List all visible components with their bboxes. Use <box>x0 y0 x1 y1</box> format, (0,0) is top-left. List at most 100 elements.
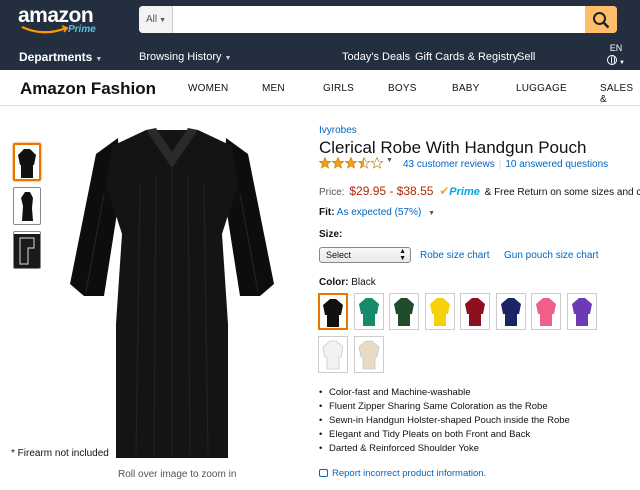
sell-link[interactable]: Sell <box>517 51 535 63</box>
fashion-brand-title[interactable]: Amazon Fashion <box>20 79 156 99</box>
color-swatch-maroon[interactable] <box>460 293 490 330</box>
size-select-value: Select <box>326 250 352 260</box>
feature-bullet: Darted & Reinforced Shoulder Yoke <box>319 442 570 456</box>
prime-check-icon: ✔ <box>439 184 450 198</box>
price-value: $29.95 - $38.55 <box>349 184 434 198</box>
gown-swatch-icon <box>394 298 414 326</box>
browsing-history-menu[interactable]: Browsing History ▼ <box>139 51 231 63</box>
feature-bullets: Color-fast and Machine-washable Fluent Z… <box>319 386 570 456</box>
comment-icon <box>319 469 328 477</box>
color-label: Color: <box>319 277 349 288</box>
chevron-down-icon: ▼ <box>95 56 103 63</box>
color-swatch-black[interactable] <box>318 293 348 330</box>
brand-link[interactable]: Ivyrobes <box>319 125 357 136</box>
prime-badge[interactable]: Prime <box>449 186 480 198</box>
gown-swatch-icon <box>358 340 379 370</box>
subnav-women[interactable]: WOMEN <box>188 83 228 94</box>
color-swatch-ivory[interactable] <box>353 336 384 373</box>
gown-swatch-icon <box>323 299 343 327</box>
divider: | <box>498 159 502 170</box>
subnav-sales[interactable]: SALES & <box>600 83 640 105</box>
feature-bullet: Fluent Zipper Sharing Same Coloration as… <box>319 400 570 414</box>
chevron-down-icon: ▼ <box>619 60 625 66</box>
robe-size-chart-link[interactable]: Robe size chart <box>420 250 489 261</box>
gown-swatch-icon <box>500 298 521 326</box>
globe-icon <box>607 55 617 65</box>
gown-swatch-icon <box>571 298 592 326</box>
feature-bullet: Sewn-in Handgun Holster-shaped Pouch ins… <box>319 414 570 428</box>
gown-swatch-icon <box>465 298 485 326</box>
report-link[interactable]: Report incorrect product information. <box>319 468 486 479</box>
price-label: Price: <box>319 187 345 198</box>
color-row: Color: Black <box>319 277 376 288</box>
color-swatch-pink[interactable] <box>531 293 561 330</box>
nav-top-bar: amazon Prime All ▼ <box>0 0 640 40</box>
star-rating[interactable] <box>319 157 385 169</box>
search-category-dropdown[interactable]: All ▼ <box>139 6 173 33</box>
logo-prime: Prime <box>68 24 96 35</box>
fashion-subnav: Amazon Fashion WOMEN MEN GIRLS BOYS BABY… <box>0 70 640 106</box>
chevron-down-icon: ▼ <box>159 17 167 24</box>
gown-swatch-icon <box>536 298 556 326</box>
color-swatch-gold[interactable] <box>424 293 455 330</box>
color-swatch-purple[interactable] <box>566 293 597 330</box>
subnav-girls[interactable]: GIRLS <box>323 83 354 94</box>
gown-thumbnail-icon <box>18 149 36 178</box>
search-input[interactable] <box>174 6 584 33</box>
browsing-history-label: Browsing History <box>139 51 222 63</box>
logo-text: amazon <box>18 4 94 27</box>
feature-bullet: Elegant and Tidy Pleats on both Front an… <box>319 428 570 442</box>
size-label: Size: <box>319 229 343 240</box>
firearm-note: * Firearm not included <box>11 448 109 459</box>
subnav-men[interactable]: MEN <box>262 83 285 94</box>
color-value: Black <box>351 277 376 288</box>
pouch-thumbnail-icon <box>14 234 40 268</box>
color-swatch-forest-green[interactable] <box>389 293 419 330</box>
star-half-icon <box>357 157 371 169</box>
feature-bullet: Color-fast and Machine-washable <box>319 386 570 400</box>
answered-questions-link[interactable]: 10 answered questions <box>505 159 608 170</box>
departments-menu[interactable]: Departments ▼ <box>19 50 102 64</box>
nav-bottom-bar: Departments ▼ Browsing History ▼ Today's D… <box>0 40 640 70</box>
price-row: Price: $29.95 - $38.55 ✔Prime & Free Ret… <box>319 184 640 198</box>
language-selector[interactable]: EN ▼ <box>607 43 625 69</box>
gown-thumbnail-icon <box>21 192 33 221</box>
gun-pouch-size-chart-link[interactable]: Gun pouch size chart <box>504 250 599 261</box>
subnav-luggage[interactable]: LUGGAGE <box>516 83 567 94</box>
star-empty-icon <box>370 157 384 169</box>
star-icon <box>319 157 332 169</box>
fit-value[interactable]: As expected (57%) <box>337 207 422 218</box>
subnav-baby[interactable]: BABY <box>452 83 479 94</box>
thumbnail-side[interactable] <box>13 187 41 225</box>
reviews-row: 43 customer reviews | 10 answered question… <box>403 159 608 170</box>
size-select[interactable]: Select ▲ ▼ <box>319 247 411 263</box>
search-category-label: All <box>146 14 158 25</box>
gown-swatch-icon <box>322 340 344 370</box>
product-main-image[interactable] <box>70 124 274 458</box>
color-swatch-navy[interactable] <box>495 293 526 330</box>
fit-row[interactable]: Fit: As expected (57%) ▼ <box>319 207 435 218</box>
report-text: Report incorrect product information. <box>332 468 487 479</box>
reviews-link[interactable]: 43 customer reviews <box>403 159 495 170</box>
subnav-boys[interactable]: BOYS <box>388 83 417 94</box>
thumbnail-front[interactable] <box>13 143 41 181</box>
color-swatch-white[interactable] <box>318 336 348 373</box>
color-swatch-teal[interactable] <box>353 293 384 330</box>
thumbnail-pouch-detail[interactable] <box>13 231 41 269</box>
star-icon <box>331 157 345 169</box>
departments-label: Departments <box>19 50 93 64</box>
select-arrows-icon: ▲ ▼ <box>399 248 406 262</box>
chevron-down-icon: ▼ <box>224 55 232 62</box>
search-bar: All ▼ <box>139 6 617 33</box>
fit-label: Fit: <box>319 207 335 218</box>
gift-cards-link[interactable]: Gift Cards & Registry <box>415 51 518 63</box>
gown-swatch-icon <box>429 298 450 326</box>
amazon-logo[interactable]: amazon Prime <box>18 4 96 35</box>
search-icon <box>593 12 610 29</box>
product-title: Clerical Robe With Handgun Pouch <box>319 138 587 157</box>
search-button[interactable] <box>585 6 617 33</box>
todays-deals-link[interactable]: Today's Deals <box>342 51 410 63</box>
star-icon <box>344 157 358 169</box>
chevron-down-icon[interactable]: ▼ <box>386 157 393 164</box>
language-label: EN <box>609 43 623 53</box>
